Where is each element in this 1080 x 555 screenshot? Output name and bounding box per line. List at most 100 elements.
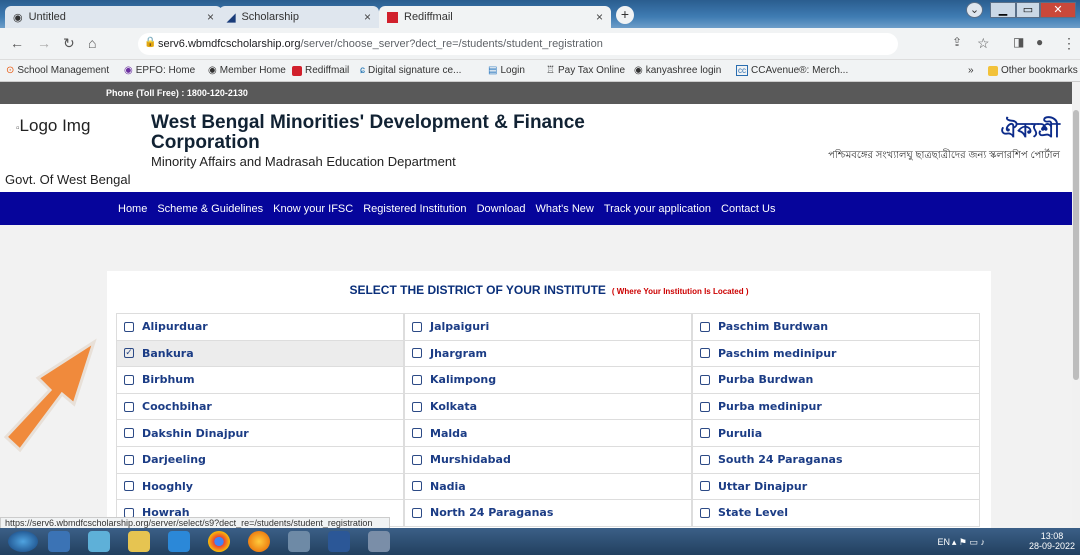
- tab-scholarship[interactable]: ◢ Scholarship ×: [219, 6, 379, 28]
- district-option-nadia[interactable]: Nadia: [404, 473, 692, 500]
- home-icon[interactable]: ⌂: [88, 35, 96, 51]
- tray-icons[interactable]: ▴ ⚑ ▭ ♪: [952, 537, 985, 547]
- district-option-darjeeling[interactable]: Darjeeling: [116, 446, 404, 473]
- district-option-alipurduar[interactable]: Alipurduar: [116, 314, 404, 340]
- file-explorer-icon[interactable]: [128, 531, 150, 552]
- checkbox-icon[interactable]: [700, 348, 710, 359]
- bookmark-ccavenue[interactable]: cc CCAvenue®: Merch...: [736, 65, 848, 76]
- start-button[interactable]: [8, 531, 38, 552]
- district-option-purba-burdwan[interactable]: Purba Burdwan: [692, 367, 980, 393]
- word-icon[interactable]: [328, 531, 350, 552]
- district-option-purba-medinipur[interactable]: Purba medinipur: [692, 393, 980, 420]
- url-input[interactable]: 🔒 serv6.wbmdfcscholarship.org/server/cho…: [138, 33, 898, 55]
- checkbox-icon[interactable]: [700, 401, 710, 412]
- district-option-jhargram[interactable]: Jhargram: [404, 340, 692, 367]
- checkbox-icon[interactable]: [124, 428, 134, 439]
- district-option-paschim-medinipur[interactable]: Paschim medinipur: [692, 340, 980, 367]
- clock[interactable]: 13:08 28-09-2022: [1029, 531, 1075, 551]
- district-option-birbhum[interactable]: Birbhum: [116, 367, 404, 393]
- nav-contact-us[interactable]: Contact Us: [721, 203, 775, 215]
- district-option-kolkata[interactable]: Kolkata: [404, 393, 692, 420]
- close-icon[interactable]: ×: [207, 10, 214, 24]
- nav-know-ifsc[interactable]: Know your IFSC: [273, 203, 353, 215]
- district-option-north-24-paraganas[interactable]: North 24 Paraganas: [404, 500, 692, 526]
- bookmark-login[interactable]: ▤ Login: [488, 65, 525, 76]
- firefox-icon[interactable]: [248, 531, 270, 552]
- checkbox-icon[interactable]: [412, 321, 422, 332]
- checkbox-icon[interactable]: [700, 428, 710, 439]
- tab-rediffmail[interactable]: Rediffmail ×: [379, 6, 611, 28]
- more-bookmarks-button[interactable]: »: [968, 65, 974, 76]
- language-indicator[interactable]: EN: [937, 537, 950, 547]
- checkbox-icon[interactable]: [124, 321, 134, 332]
- internet-explorer-icon[interactable]: [168, 531, 190, 552]
- district-option-dakshin-dinajpur[interactable]: Dakshin Dinajpur: [116, 420, 404, 446]
- bookmark-school-management[interactable]: ⊙ School Management: [6, 65, 109, 76]
- menu-dots-icon[interactable]: ⋮: [1062, 35, 1076, 52]
- tab-untitled[interactable]: ◉ Untitled ×: [5, 6, 222, 28]
- share-icon[interactable]: ⇪: [952, 35, 962, 49]
- district-option-bankura[interactable]: ✓ Bankura: [116, 340, 404, 367]
- district-option-malda[interactable]: Malda: [404, 420, 692, 446]
- district-option-kalimpong[interactable]: Kalimpong: [404, 367, 692, 393]
- checkbox-icon[interactable]: [412, 507, 422, 518]
- nav-scheme-guidelines[interactable]: Scheme & Guidelines: [157, 203, 263, 215]
- show-desktop-icon[interactable]: [48, 531, 70, 552]
- reload-icon[interactable]: ↻: [63, 35, 75, 52]
- checkbox-icon[interactable]: [124, 454, 134, 465]
- checkbox-icon[interactable]: [700, 374, 710, 385]
- district-option-state-level[interactable]: State Level: [692, 500, 980, 526]
- district-option-paschim-burdwan[interactable]: Paschim Burdwan: [692, 314, 980, 340]
- district-option-jalpaiguri[interactable]: Jalpaiguri: [404, 314, 692, 340]
- checkbox-icon[interactable]: [412, 428, 422, 439]
- checkbox-icon[interactable]: [700, 507, 710, 518]
- checkbox-icon[interactable]: [412, 374, 422, 385]
- bookmark-member-home[interactable]: ◉ Member Home: [208, 65, 286, 76]
- profile-icon[interactable]: ●: [1036, 35, 1043, 49]
- close-window-button[interactable]: ✕: [1040, 2, 1076, 18]
- bookmark-kanyashree-login[interactable]: ◉ kanyashree login: [634, 65, 721, 76]
- checkbox-icon[interactable]: [124, 481, 134, 492]
- checkbox-icon[interactable]: [412, 454, 422, 465]
- close-icon[interactable]: ×: [596, 10, 603, 24]
- new-tab-button[interactable]: +: [616, 6, 634, 24]
- checked-checkbox-icon[interactable]: ✓: [124, 348, 134, 359]
- nav-download[interactable]: Download: [477, 203, 526, 215]
- minimize-button[interactable]: ▁: [990, 2, 1016, 18]
- nav-registered-institution[interactable]: Registered Institution: [363, 203, 466, 215]
- bookmark-digital-signature[interactable]: ɕ Digital signature ce...: [360, 65, 461, 76]
- nav-whats-new[interactable]: What's New: [535, 203, 593, 215]
- scrollbar-thumb[interactable]: [1073, 110, 1079, 380]
- maximize-button[interactable]: ▭: [1016, 2, 1040, 18]
- nav-home[interactable]: Home: [118, 203, 147, 215]
- nav-track-application[interactable]: Track your application: [604, 203, 711, 215]
- district-option-murshidabad[interactable]: Murshidabad: [404, 446, 692, 473]
- network-app-icon[interactable]: [288, 531, 310, 552]
- district-option-uttar-dinajpur[interactable]: Uttar Dinajpur: [692, 473, 980, 500]
- page-scrollbar[interactable]: [1072, 82, 1080, 528]
- checkbox-icon[interactable]: [412, 401, 422, 412]
- back-icon[interactable]: ←: [10, 35, 24, 51]
- snipping-tool-icon[interactable]: [368, 531, 390, 552]
- bookmark-pay-tax-online[interactable]: ♖ Pay Tax Online: [546, 65, 625, 76]
- user-icon[interactable]: [88, 531, 110, 552]
- district-option-south-24-paraganas[interactable]: South 24 Paraganas: [692, 446, 980, 473]
- chrome-icon[interactable]: [208, 531, 230, 552]
- checkbox-icon[interactable]: [700, 454, 710, 465]
- checkbox-icon[interactable]: [124, 374, 134, 385]
- checkbox-icon[interactable]: [412, 348, 422, 359]
- district-option-hooghly[interactable]: Hooghly: [116, 473, 404, 500]
- tab-search-button[interactable]: ⌄: [966, 2, 983, 18]
- checkbox-icon[interactable]: [124, 401, 134, 412]
- side-panel-icon[interactable]: ◨: [1013, 35, 1024, 49]
- other-bookmarks-folder[interactable]: Other bookmarks: [988, 65, 1078, 76]
- bookmark-epfo-home[interactable]: ◉ EPFO: Home: [124, 65, 195, 76]
- bookmark-star-icon[interactable]: ☆: [977, 35, 990, 52]
- checkbox-icon[interactable]: [700, 481, 710, 492]
- checkbox-icon[interactable]: [700, 321, 710, 332]
- checkbox-icon[interactable]: [412, 481, 422, 492]
- district-option-coochbihar[interactable]: Coochbihar: [116, 393, 404, 420]
- close-icon[interactable]: ×: [364, 10, 371, 24]
- bookmark-rediffmail[interactable]: Rediffmail: [292, 65, 349, 76]
- forward-icon[interactable]: →: [37, 35, 51, 51]
